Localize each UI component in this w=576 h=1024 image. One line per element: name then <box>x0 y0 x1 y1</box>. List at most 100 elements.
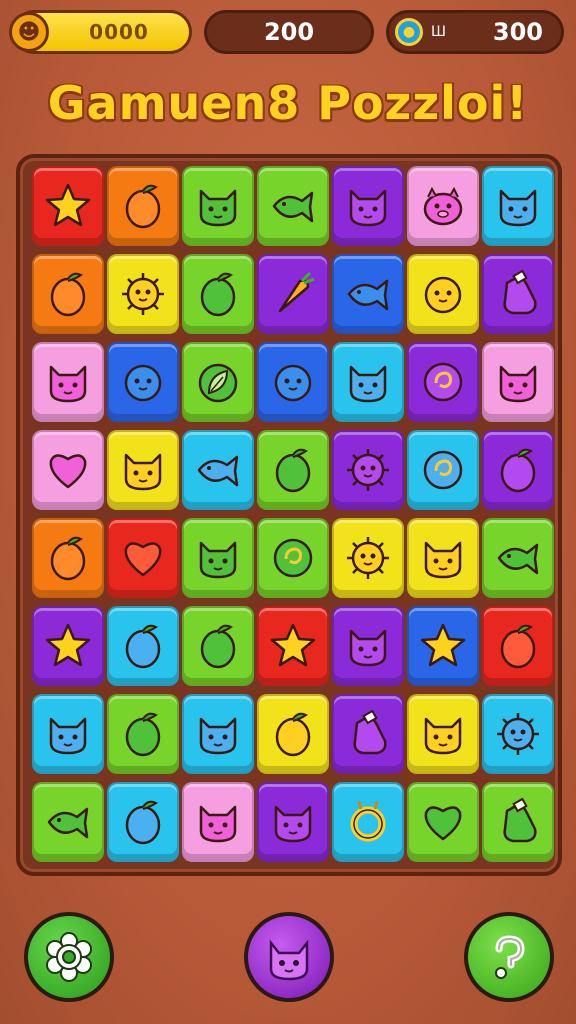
tile-grid <box>32 166 554 862</box>
tile-fruit-red[interactable] <box>482 606 554 686</box>
tile-fruit-purple[interactable] <box>482 430 554 510</box>
character-button[interactable] <box>244 912 334 1002</box>
tile-cat-cyan[interactable] <box>482 166 554 246</box>
tile-fish-cyan[interactable] <box>182 430 254 510</box>
fruit-icon <box>50 272 86 317</box>
tile-fruit-green[interactable] <box>182 606 254 686</box>
tile-cat-cyan[interactable] <box>182 694 254 774</box>
tile-star-blue[interactable] <box>407 606 479 686</box>
tile-heart-red[interactable] <box>107 518 179 598</box>
tile-orb-cyan[interactable] <box>407 430 479 510</box>
ring-icon <box>350 800 386 842</box>
tile-cat-cyan[interactable] <box>332 342 404 422</box>
fish-icon <box>272 191 314 223</box>
tile-fruit-green[interactable] <box>107 694 179 774</box>
coin-counter: ☻ 0000 <box>9 10 192 54</box>
cat-icon <box>274 805 312 843</box>
fruit-icon <box>275 712 311 757</box>
tile-slime-blue[interactable] <box>107 342 179 422</box>
tile-fish-blue[interactable] <box>332 254 404 334</box>
game-title: Gamuen8 Pozzloi! <box>47 76 529 130</box>
carrot-icon <box>278 271 315 313</box>
fruit-icon <box>125 800 161 845</box>
tile-fish-green[interactable] <box>482 518 554 598</box>
question-icon <box>495 935 525 979</box>
tile-cat-purple[interactable] <box>332 166 404 246</box>
tile-bottle-green[interactable] <box>482 782 554 862</box>
lives-symbol: Ш <box>431 24 446 40</box>
heart-icon <box>424 806 462 841</box>
virus-icon <box>497 713 539 755</box>
tile-cat-green[interactable] <box>182 518 254 598</box>
tile-cat-cyan[interactable] <box>32 694 104 774</box>
tile-carrot-purple[interactable] <box>257 254 329 334</box>
tile-bottle-purple[interactable] <box>482 254 554 334</box>
settings-button[interactable] <box>24 912 114 1002</box>
pig-icon <box>423 186 463 226</box>
tile-fruit-yellow[interactable] <box>257 694 329 774</box>
tile-fruit-green[interactable] <box>257 430 329 510</box>
tile-fruit-orange[interactable] <box>32 518 104 598</box>
tile-cat-pink[interactable] <box>182 782 254 862</box>
tile-ring-cyan[interactable] <box>332 782 404 862</box>
tile-cat-pink[interactable] <box>32 342 104 422</box>
cat-icon <box>199 189 237 227</box>
tile-orb-purple[interactable] <box>407 342 479 422</box>
bottle-icon <box>503 797 537 843</box>
tile-slime-blue[interactable] <box>257 342 329 422</box>
cat-icon <box>49 365 87 403</box>
fruit-icon <box>125 624 161 669</box>
score-counter: 200 <box>204 10 374 54</box>
tile-cat-green[interactable] <box>182 166 254 246</box>
tile-fruit-cyan[interactable] <box>107 782 179 862</box>
slime-icon <box>274 364 312 402</box>
lives-value: 300 <box>492 18 543 46</box>
tile-orb-green[interactable] <box>257 518 329 598</box>
coin-icon: ☻ <box>9 12 49 52</box>
tile-fruit-orange[interactable] <box>107 166 179 246</box>
star-icon <box>420 623 466 667</box>
tile-bottle-purple[interactable] <box>332 694 404 774</box>
tile-cat-purple[interactable] <box>332 606 404 686</box>
tile-cat-yellow[interactable] <box>407 518 479 598</box>
tile-leaf-green[interactable] <box>182 342 254 422</box>
heart-icon <box>49 454 87 489</box>
help-button[interactable] <box>464 912 554 1002</box>
tile-fruit-cyan[interactable] <box>107 606 179 686</box>
tile-slime-yellow[interactable] <box>407 254 479 334</box>
cat-icon <box>124 453 162 491</box>
tile-cat-yellow[interactable] <box>107 430 179 510</box>
score-value: 200 <box>263 18 315 46</box>
tile-cat-purple[interactable] <box>257 782 329 862</box>
fruit-icon <box>500 624 536 669</box>
tile-heart-green[interactable] <box>407 782 479 862</box>
slime-icon <box>124 364 162 402</box>
tile-fruit-orange[interactable] <box>32 254 104 334</box>
cat-icon <box>199 717 237 755</box>
tile-fruit-green[interactable] <box>182 254 254 334</box>
tile-star-red[interactable] <box>257 606 329 686</box>
cat-icon <box>349 365 387 403</box>
cat-icon <box>199 541 237 579</box>
tile-virus-cyan[interactable] <box>482 694 554 774</box>
gem-icon: ● <box>395 18 423 46</box>
tile-star-red[interactable] <box>32 166 104 246</box>
tile-fish-green[interactable] <box>257 166 329 246</box>
orb-icon <box>273 538 313 578</box>
tile-heart-pink[interactable] <box>32 430 104 510</box>
star-icon <box>270 623 316 667</box>
game-board <box>16 154 562 876</box>
coin-count: 0000 <box>89 20 149 44</box>
cat-icon <box>424 541 462 579</box>
star-icon <box>45 183 91 227</box>
tile-pig-pink[interactable] <box>407 166 479 246</box>
tile-virus-purple[interactable] <box>332 430 404 510</box>
leaf-icon <box>198 363 238 403</box>
tile-virus-yellow[interactable] <box>107 254 179 334</box>
tile-star-purple[interactable] <box>32 606 104 686</box>
tile-virus-yellow[interactable] <box>332 518 404 598</box>
tile-cat-yellow[interactable] <box>407 694 479 774</box>
tile-fish-green[interactable] <box>32 782 104 862</box>
tile-cat-pink[interactable] <box>482 342 554 422</box>
virus-icon <box>347 449 389 491</box>
